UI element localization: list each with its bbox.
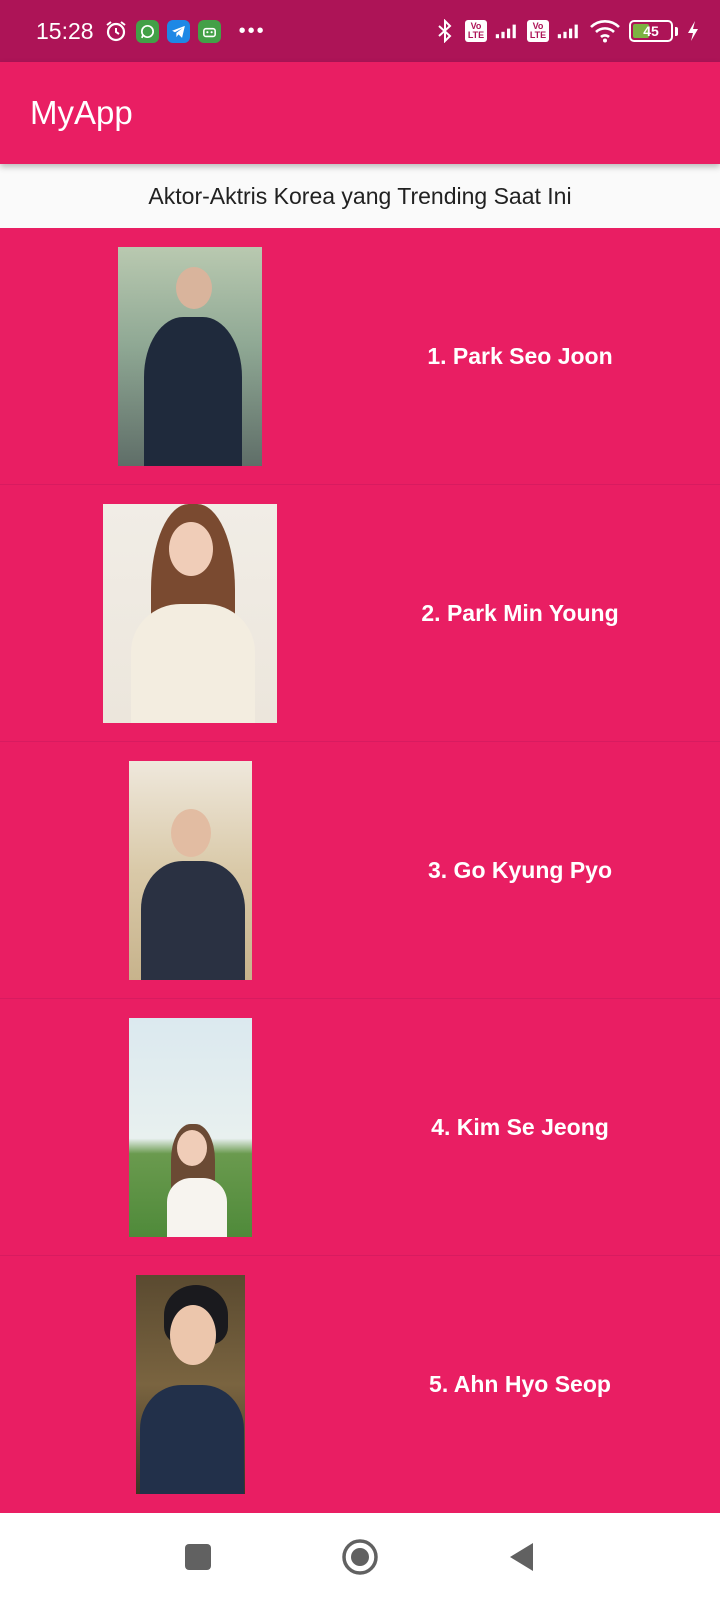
telegram-icon <box>166 19 190 43</box>
list-item[interactable]: 1. Park Seo Joon <box>0 228 720 485</box>
volte-icon-2: Vo LTE <box>527 20 549 42</box>
signal-icon-2 <box>557 19 581 43</box>
name-cell: 4. Kim Se Jeong <box>380 1114 720 1141</box>
actor-photo <box>118 246 262 466</box>
list-item[interactable]: 4. Kim Se Jeong <box>0 999 720 1256</box>
actor-photo <box>103 503 277 723</box>
status-bar: 15:28 ••• Vo LTE Vo LTE 45 <box>0 0 720 62</box>
photo-cell <box>0 742 380 998</box>
actor-photo <box>128 760 252 980</box>
volte-icon: Vo LTE <box>465 20 487 42</box>
back-triangle-icon <box>510 1542 533 1571</box>
status-time: 15:28 <box>36 17 94 44</box>
home-circle-icon <box>342 1538 378 1575</box>
actor-name: 3. Go Kyung Pyo <box>427 856 613 883</box>
name-cell: 5. Ahn Hyo Seop <box>380 1371 720 1398</box>
actor-list[interactable]: 1. Park Seo Joon 2. Park Min Young 3. Go… <box>0 228 720 1513</box>
back-button[interactable] <box>500 1535 544 1579</box>
photo-cell <box>0 1256 380 1513</box>
status-right: Vo LTE Vo LTE 45 <box>433 19 700 43</box>
list-item[interactable]: 2. Park Min Young <box>0 485 720 742</box>
photo-cell <box>0 999 380 1255</box>
bluetooth-icon <box>433 19 457 43</box>
subtitle-header: Aktor-Aktris Korea yang Trending Saat In… <box>0 164 720 228</box>
actor-name: 5. Ahn Hyo Seop <box>429 1371 611 1397</box>
more-dots-icon: ••• <box>238 19 266 42</box>
photo-cell <box>0 485 380 741</box>
actor-photo <box>128 1017 252 1237</box>
actor-photo <box>135 1275 245 1494</box>
name-cell: 1. Park Seo Joon <box>380 343 720 370</box>
actor-name: 4. Kim Se Jeong <box>431 1113 609 1140</box>
signal-icon <box>495 19 519 43</box>
list-item[interactable]: 5. Ahn Hyo Seop <box>0 1256 720 1513</box>
page-subtitle: Aktor-Aktris Korea yang Trending Saat In… <box>148 182 572 209</box>
status-left: 15:28 ••• <box>36 18 266 45</box>
battery-icon: 45 <box>629 20 673 42</box>
app-bar: MyApp <box>0 62 720 164</box>
actor-name: 2. Park Min Young <box>421 599 619 626</box>
battery-level: 45 <box>643 23 659 39</box>
charging-icon <box>686 19 700 43</box>
android-app-icon <box>197 19 221 43</box>
alarm-icon <box>104 19 128 43</box>
home-button[interactable] <box>338 1535 382 1579</box>
name-cell: 3. Go Kyung Pyo <box>380 857 720 884</box>
app-title: MyApp <box>30 94 133 131</box>
wifi-icon <box>589 19 621 43</box>
name-cell: 2. Park Min Young <box>380 600 720 627</box>
battery-tip <box>675 26 678 36</box>
actor-name: 1. Park Seo Joon <box>427 342 613 369</box>
recents-square-icon <box>185 1543 211 1570</box>
recents-button[interactable] <box>176 1535 220 1579</box>
photo-cell <box>0 228 380 484</box>
system-nav-bar <box>0 1513 720 1600</box>
whatsapp-icon <box>135 19 159 43</box>
list-item[interactable]: 3. Go Kyung Pyo <box>0 742 720 999</box>
